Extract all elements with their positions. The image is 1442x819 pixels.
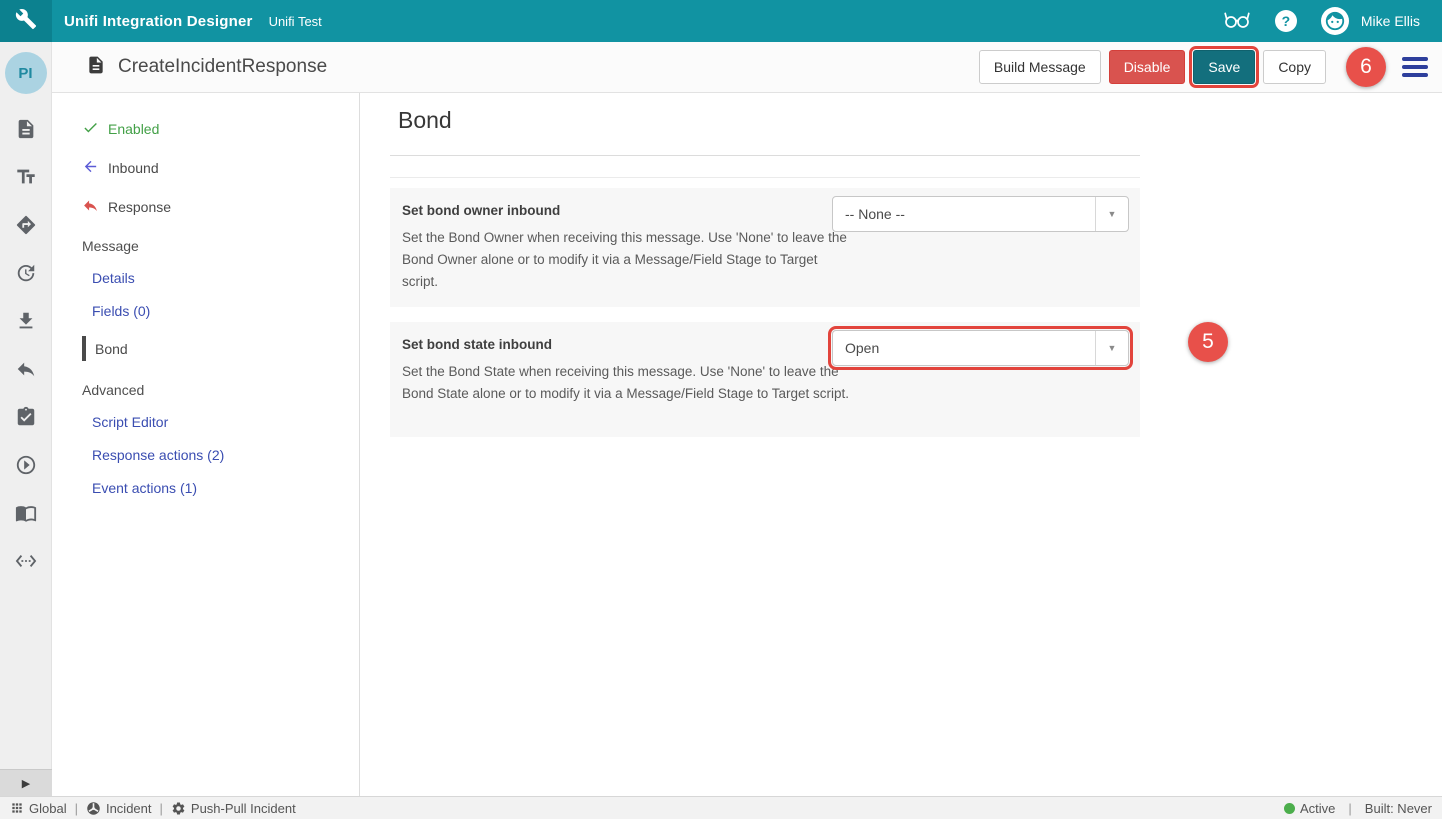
setting-bond-owner: Set bond owner inbound Set the Bond Owne… [390, 188, 1140, 307]
process-icon [86, 801, 101, 816]
status-item-label: Incident [106, 801, 152, 816]
nav-item-response[interactable]: Response [82, 197, 359, 217]
separator: | [75, 801, 78, 816]
arrow-left-icon [82, 158, 99, 178]
active-status-icon [1284, 803, 1295, 814]
bond-owner-select[interactable]: -- None -- ▼ [832, 196, 1129, 232]
divider [390, 155, 1140, 156]
record-header: CreateIncidentResponse Build Message Dis… [52, 42, 1442, 93]
setting-bond-state: Set bond state inbound Set the Bond Stat… [390, 322, 1140, 437]
bond-state-select[interactable]: Open ▼ [832, 330, 1129, 366]
help-icon[interactable]: ? [1275, 10, 1297, 32]
selected-value: Open [833, 340, 1095, 356]
nav-item-label: Enabled [108, 121, 159, 137]
update-icon[interactable] [15, 262, 37, 284]
menu-icon[interactable] [1402, 57, 1428, 77]
task-check-icon[interactable] [15, 406, 37, 428]
play-circle-icon[interactable] [15, 454, 37, 476]
active-status-label: Active [1300, 801, 1335, 816]
disable-button[interactable]: Disable [1109, 50, 1186, 84]
nav-item-fields[interactable]: Fields (0) [92, 303, 359, 319]
user-name[interactable]: Mike Ellis [1361, 13, 1420, 29]
setting-description: Set the Bond State when receiving this m… [402, 361, 854, 405]
divider [390, 177, 1140, 178]
status-item-label: Global [29, 801, 67, 816]
annotation-badge-6: 6 [1346, 47, 1386, 87]
setting-label: Set bond owner inbound [402, 203, 820, 218]
save-button[interactable]: Save [1193, 50, 1255, 84]
app-title: Unifi Integration Designer [64, 13, 253, 30]
setting-description: Set the Bond Owner when receiving this m… [402, 227, 854, 293]
setting-label: Set bond state inbound [402, 337, 820, 352]
user-avatar[interactable] [1321, 7, 1349, 35]
download-icon[interactable] [15, 310, 37, 332]
top-app-bar: Unifi Integration Designer Unifi Test ? … [0, 0, 1442, 42]
nav-item-event-actions[interactable]: Event actions (1) [92, 480, 359, 496]
nav-item-label: Response [108, 199, 171, 215]
integration-avatar[interactable]: PI [5, 52, 47, 94]
nav-item-response-actions[interactable]: Response actions (2) [92, 447, 359, 463]
nav-item-inbound[interactable]: Inbound [82, 158, 359, 178]
icon-rail: PI [0, 42, 52, 796]
status-bar: Global | Incident | Push-Pull Incident A… [0, 796, 1442, 819]
app-subtitle: Unifi Test [269, 14, 322, 29]
section-heading: Bond [390, 107, 1140, 134]
chevron-down-icon[interactable]: ▼ [1095, 331, 1128, 365]
text-fields-icon[interactable] [15, 166, 37, 188]
selected-indicator [82, 336, 86, 361]
annotation-badge-5: 5 [1188, 322, 1228, 362]
wrench-icon [15, 8, 37, 35]
separator: | [1348, 801, 1351, 816]
sidebar-collapse-button[interactable]: ▶ [0, 769, 52, 796]
nav-section-advanced: Advanced [82, 382, 359, 398]
scope-incident[interactable]: Incident [86, 801, 152, 816]
status-item-label: Push-Pull Incident [191, 801, 296, 816]
nav-section-message: Message [82, 238, 359, 254]
directions-icon[interactable] [15, 214, 37, 236]
document-icon [86, 55, 106, 80]
scope-process[interactable]: Push-Pull Incident [171, 801, 296, 816]
nav-item-bond[interactable]: Bond [82, 336, 359, 361]
main-content: Bond Set bond owner inbound Set the Bond… [360, 93, 1442, 796]
app-logo [0, 0, 52, 42]
nav-item-script-editor[interactable]: Script Editor [92, 414, 359, 430]
chevron-down-icon[interactable]: ▼ [1095, 197, 1128, 231]
document-icon[interactable] [15, 118, 37, 140]
gear-icon [171, 801, 186, 816]
nav-item-details[interactable]: Details [92, 270, 359, 286]
copy-button[interactable]: Copy [1263, 50, 1326, 84]
book-icon[interactable] [15, 502, 37, 524]
check-icon [82, 119, 99, 139]
build-message-button[interactable]: Build Message [979, 50, 1101, 84]
built-status-label: Built: Never [1365, 801, 1432, 816]
reply-icon[interactable] [15, 358, 37, 380]
separator: | [160, 801, 163, 816]
grid-icon [10, 801, 24, 815]
scope-global[interactable]: Global [10, 801, 67, 816]
nav-item-enabled[interactable]: Enabled [82, 119, 359, 139]
nav-item-label: Bond [95, 341, 128, 357]
reply-icon [82, 197, 99, 217]
nav-item-label: Inbound [108, 160, 159, 176]
code-icon[interactable] [15, 550, 37, 572]
message-nav-panel: Enabled Inbound Response Message Details… [52, 93, 360, 796]
page-title: CreateIncidentResponse [118, 56, 327, 78]
selected-value: -- None -- [833, 206, 1095, 222]
glasses-icon[interactable] [1223, 8, 1251, 35]
